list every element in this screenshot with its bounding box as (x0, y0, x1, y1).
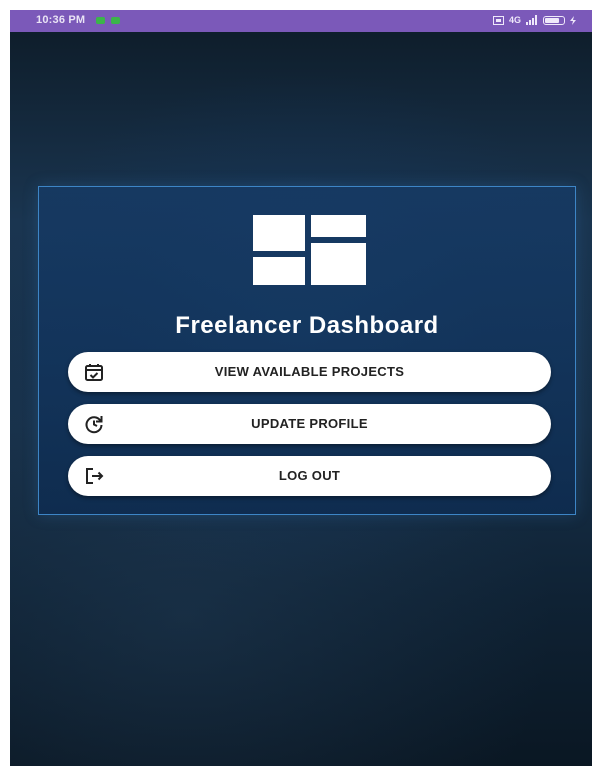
chat-notification-icon (111, 17, 120, 24)
update-profile-label: UPDATE PROFILE (251, 416, 368, 431)
status-bar: 10:36 PM 4G (10, 10, 592, 32)
network-type-label: 4G (508, 15, 521, 25)
page-title: Freelancer Dashboard (175, 312, 439, 339)
charging-icon (570, 15, 576, 25)
view-available-projects-button[interactable]: VIEW AVAILABLE PROJECTS (68, 352, 551, 392)
chat-notification-icon (96, 17, 105, 24)
sim-icon (492, 15, 504, 25)
log-out-label: LOG OUT (278, 468, 341, 483)
dashboard-card: Freelancer Dashboard VIEW AVAILABLE PROJ… (38, 186, 576, 515)
battery-icon (543, 15, 565, 25)
view-available-projects-label: VIEW AVAILABLE PROJECTS (214, 364, 405, 379)
battery-level (545, 17, 559, 23)
app-screen: 10:36 PM 4G Freelancer Dashboard VIEW AV… (10, 10, 592, 766)
system-tray: 4G (492, 15, 576, 25)
log-out-button[interactable]: LOG OUT (68, 456, 551, 496)
dashboard-grid-icon (253, 215, 366, 285)
signal-icon (526, 15, 537, 25)
status-time: 10:36 PM (36, 14, 86, 26)
update-profile-button[interactable]: UPDATE PROFILE (68, 404, 551, 444)
